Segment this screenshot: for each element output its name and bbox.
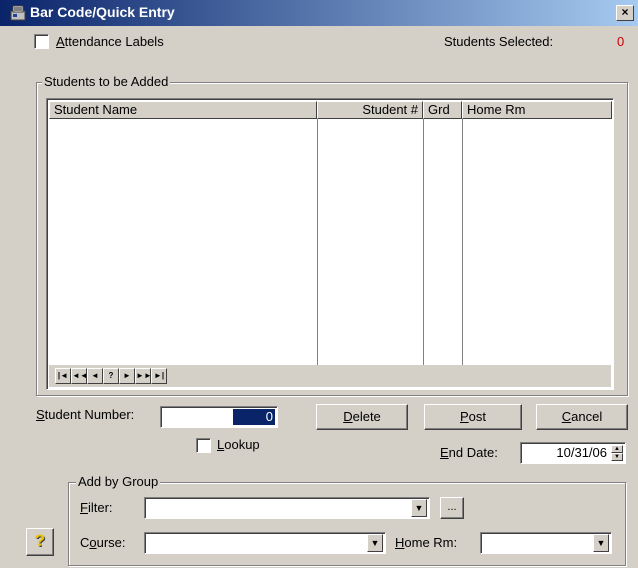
record-navigator: |◄ ◄◄ ◄ ? ► ►► ►| [49,365,611,387]
end-date-label: End Date: [440,445,498,460]
column-divider [317,119,318,365]
filter-browse-button[interactable]: ... [440,497,464,519]
students-selected-label: Students Selected: [444,34,554,49]
course-label: Course: [80,535,126,550]
page-back-button[interactable]: ◄◄ [71,368,88,384]
date-decrement-button[interactable]: ▼ [611,453,623,461]
next-record-button[interactable]: ► [119,368,135,384]
date-increment-button[interactable]: ▲ [611,445,623,453]
barcode-app-icon [10,5,26,21]
end-date-value: 10/31/06 [556,445,607,460]
cancel-button[interactable]: Cancel [536,404,628,430]
students-grid[interactable]: Student Name Student # Grd Home Rm |◄ ◄◄… [46,98,614,390]
home-rm-label: Home Rm: [395,535,458,550]
home-rm-select[interactable]: ▼ [480,532,612,554]
student-number-label: Student Number: [36,407,135,422]
lookup-checkbox[interactable] [196,438,211,453]
filter-label: Filter: [80,500,113,515]
student-number-value: 0 [233,409,275,425]
students-selected-count: 0 [617,34,625,49]
student-number-input[interactable]: 0 [160,406,278,428]
lookup-label: Lookup [217,437,260,452]
filter-select[interactable]: ▼ [144,497,430,519]
chevron-down-icon[interactable]: ▼ [367,534,383,552]
page-forward-button[interactable]: ►► [135,368,152,384]
window-title: Bar Code/Quick Entry [30,4,175,20]
students-to-be-added-label: Students to be Added [42,74,171,89]
column-header-student-name[interactable]: Student Name [49,101,317,119]
post-button[interactable]: Post [424,404,522,430]
help-icon: ? [34,531,46,550]
attendance-labels-checkbox[interactable] [34,34,49,49]
last-record-button[interactable]: ►| [151,368,167,384]
close-button[interactable]: × [616,5,634,21]
chevron-down-icon[interactable]: ▼ [411,499,427,517]
end-date-input[interactable]: 10/31/06 ▲ ▼ [520,442,626,464]
column-header-grade[interactable]: Grd [423,101,462,119]
previous-record-button[interactable]: ◄ [87,368,103,384]
column-header-student-number[interactable]: Student # [317,101,423,119]
chevron-down-icon[interactable]: ▼ [593,534,609,552]
column-header-home-room[interactable]: Home Rm [462,101,612,119]
attendance-labels-label: Attendance Labels [56,34,164,49]
column-divider [462,119,463,365]
first-record-button[interactable]: |◄ [55,368,71,384]
column-divider [423,119,424,365]
help-button[interactable]: ? [26,528,54,556]
add-by-group-label: Add by Group [76,474,161,489]
course-select[interactable]: ▼ [144,532,386,554]
delete-button[interactable]: Delete [316,404,408,430]
search-record-button[interactable]: ? [103,368,119,384]
